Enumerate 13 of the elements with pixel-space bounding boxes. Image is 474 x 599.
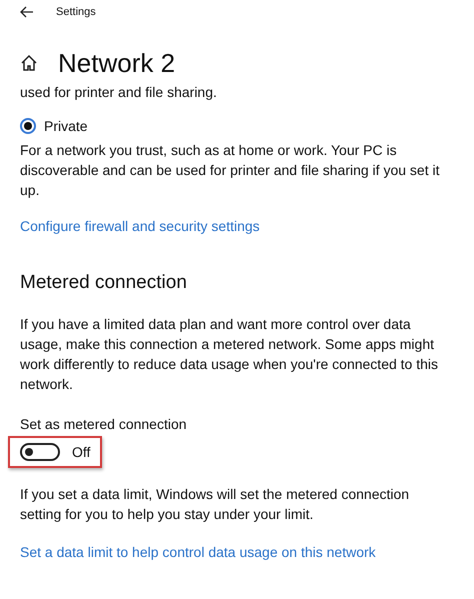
description-text: used for printer and file sharing. bbox=[20, 83, 218, 102]
window-title: Settings bbox=[56, 6, 96, 18]
section-heading: Metered connection bbox=[20, 272, 187, 294]
description-text: For a network you trust, such as at home or work. Your PC is discoverable and can be used for printer and file sharing if you set it up. bbox=[20, 141, 440, 200]
data-limit-link[interactable]: Set a data limit to help control data usage on this network bbox=[20, 544, 376, 560]
radio-button[interactable]: Private bbox=[20, 116, 454, 136]
page-title: Network 2 bbox=[58, 48, 176, 78]
home-icon[interactable] bbox=[20, 54, 38, 72]
note-text: If you set a data limit, Windows will set the metered connection setting for you to help you stay under your limit. bbox=[20, 485, 410, 524]
toggle-label: Set as metered connection bbox=[20, 415, 187, 434]
back-icon[interactable] bbox=[20, 6, 34, 18]
firewall-link[interactable]: Configure firewall and security settings bbox=[20, 218, 260, 234]
description-text: If you have a limited data plan and want more control over data usage, make this connection a metered network. Some apps might work differently to reduce data usage when you're connected to this network. bbox=[20, 315, 440, 394]
